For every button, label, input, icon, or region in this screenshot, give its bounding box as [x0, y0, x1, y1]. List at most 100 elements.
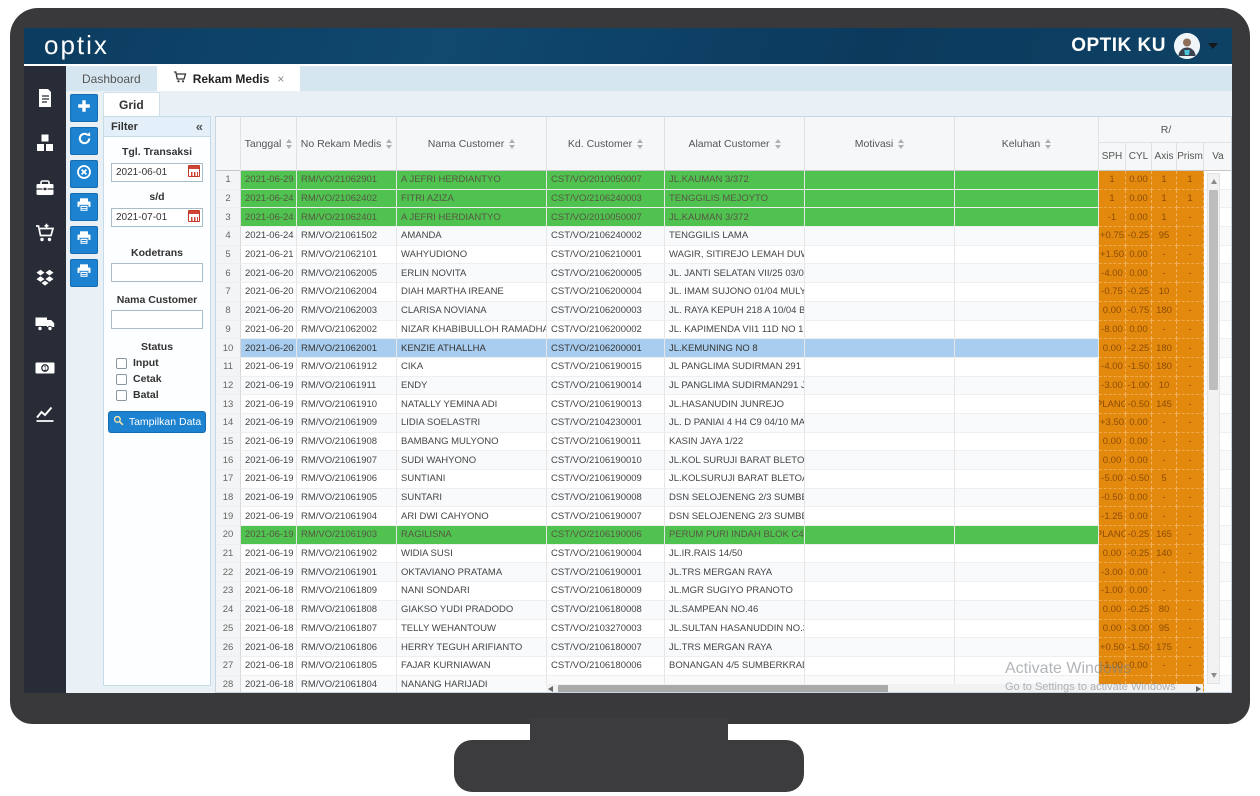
table-row[interactable]: 2 2021-06-24 RM/VO/21062402 FITRI AZIZA … [216, 190, 1231, 209]
print-button-1[interactable] [70, 193, 98, 221]
cell-motivasi [805, 190, 955, 209]
sidebar-item-delivery[interactable] [32, 313, 58, 337]
col-header-keluhan[interactable]: Keluhan [955, 117, 1099, 171]
col-header-alamat-customer[interactable]: Alamat Customer [665, 117, 805, 171]
cell-nama-customer: CIKA [397, 358, 547, 377]
table-row[interactable]: 12 2021-06-19 RM/VO/21061911 ENDY CST/VO… [216, 377, 1231, 396]
sidebar-item-sales[interactable] [32, 223, 58, 247]
sidebar-item-document[interactable] [32, 88, 58, 112]
table-row[interactable]: 1 2021-06-29 RM/VO/21062901 A JEFRI HERD… [216, 171, 1231, 190]
table-row[interactable]: 18 2021-06-19 RM/VO/21061905 SUNTARI CST… [216, 489, 1231, 508]
cell-keluhan [955, 470, 1099, 489]
col-header-kd-customer[interactable]: Kd. Customer [547, 117, 665, 171]
print-button-2[interactable] [70, 226, 98, 254]
table-row[interactable]: 6 2021-06-20 RM/VO/21062005 ERLIN NOVITA… [216, 264, 1231, 283]
sort-icon[interactable] [286, 139, 292, 149]
nama-customer-input[interactable] [111, 310, 203, 329]
scroll-left-arrow[interactable] [548, 686, 553, 692]
sidebar-item-products[interactable] [32, 133, 58, 157]
scroll-right-arrow[interactable] [1196, 686, 1201, 692]
sort-icon[interactable] [1045, 139, 1051, 149]
scrollbar-thumb[interactable] [558, 685, 888, 693]
horizontal-scrollbar[interactable] [546, 684, 1203, 693]
table-row[interactable]: 23 2021-06-18 RM/VO/21061809 NANI SONDAR… [216, 582, 1231, 601]
table-row[interactable]: 15 2021-06-19 RM/VO/21061908 BAMBANG MUL… [216, 433, 1231, 452]
table-row[interactable]: 25 2021-06-18 RM/VO/21061807 TELLY WEHAN… [216, 620, 1231, 639]
sidebar-item-toolbox[interactable] [32, 178, 58, 202]
tab-dashboard[interactable]: Dashboard [66, 66, 157, 91]
cell-cyl: -1.50 [1126, 358, 1152, 377]
sidebar-item-inventory[interactable] [32, 268, 58, 292]
cell-tanggal: 2021-06-29 [241, 171, 297, 190]
table-row[interactable]: 7 2021-06-20 RM/VO/21062004 DIAH MARTHA … [216, 283, 1231, 302]
table-row[interactable]: 26 2021-06-18 RM/VO/21061806 HERRY TEGUH… [216, 638, 1231, 657]
col-header-cyl[interactable]: CYL [1126, 143, 1152, 170]
col-header-rownum[interactable] [216, 117, 241, 171]
cell-no-rekam-medis: RM/VO/21062003 [297, 302, 397, 321]
col-header-prism[interactable]: Prism [1177, 143, 1204, 170]
collapse-icon[interactable]: « [196, 119, 203, 134]
sort-icon[interactable] [637, 139, 643, 149]
table-row[interactable]: 22 2021-06-19 RM/VO/21061901 OKTAVIANO P… [216, 563, 1231, 582]
col-header-no-rekam-medis[interactable]: No Rekam Medis [297, 117, 397, 171]
table-row[interactable]: 11 2021-06-19 RM/VO/21061912 CIKA CST/VO… [216, 358, 1231, 377]
row-number: 11 [216, 358, 241, 377]
col-header-sph[interactable]: SPH [1099, 143, 1126, 170]
sort-icon[interactable] [775, 139, 781, 149]
col-header-va[interactable]: Va [1204, 143, 1232, 170]
table-row[interactable]: 20 2021-06-19 RM/VO/21061903 RAGILISNA C… [216, 526, 1231, 545]
circle-x-icon [76, 164, 92, 185]
scroll-down-arrow[interactable] [1211, 673, 1217, 678]
avatar[interactable] [1174, 33, 1200, 59]
sort-icon[interactable] [898, 139, 904, 149]
table-row[interactable]: 10 2021-06-20 RM/VO/21062001 KENZIE ATHA… [216, 339, 1231, 358]
cell-axis: - [1152, 264, 1177, 283]
table-row[interactable]: 19 2021-06-19 RM/VO/21061904 ARI DWI CAH… [216, 507, 1231, 526]
col-header-nama-customer[interactable]: Nama Customer [397, 117, 547, 171]
table-row[interactable]: 13 2021-06-19 RM/VO/21061910 NATALLY YEM… [216, 395, 1231, 414]
cell-axis: 95 [1152, 620, 1177, 639]
print-button-3[interactable] [70, 259, 98, 287]
cell-keluhan [955, 246, 1099, 265]
table-row[interactable]: 8 2021-06-20 RM/VO/21062003 CLARISA NOVI… [216, 302, 1231, 321]
col-header-motivasi[interactable]: Motivasi [805, 117, 955, 171]
chevron-down-icon[interactable] [1208, 43, 1218, 49]
sort-icon[interactable] [386, 139, 392, 149]
calendar-icon[interactable] [188, 165, 200, 177]
table-row[interactable]: 21 2021-06-19 RM/VO/21061902 WIDIA SUSI … [216, 545, 1231, 564]
scroll-up-arrow[interactable] [1211, 179, 1217, 184]
sidebar-item-reports[interactable] [32, 403, 58, 427]
calendar-icon[interactable] [188, 210, 200, 222]
table-row[interactable]: 3 2021-06-24 RM/VO/21062401 A JEFRI HERD… [216, 208, 1231, 227]
table-row[interactable]: 17 2021-06-19 RM/VO/21061906 SUNTIANI CS… [216, 470, 1231, 489]
kodetrans-input[interactable] [111, 263, 203, 282]
tab-rekam-medis[interactable]: Rekam Medis × [157, 66, 301, 91]
cell-no-rekam-medis: RM/VO/21061908 [297, 433, 397, 452]
account-menu[interactable]: OPTIK KU [1071, 33, 1218, 59]
table-row[interactable]: 9 2021-06-20 RM/VO/21062002 NIZAR KHABIB… [216, 321, 1231, 340]
sort-icon[interactable] [509, 139, 515, 149]
cell-prism: - [1177, 339, 1204, 358]
checkbox-cetak[interactable] [116, 374, 127, 385]
table-row[interactable]: 4 2021-06-24 RM/VO/21061502 AMANDA CST/V… [216, 227, 1231, 246]
col-header-tanggal[interactable]: Tanggal [241, 117, 297, 171]
close-icon[interactable]: × [277, 72, 284, 86]
col-header-axis[interactable]: Axis [1152, 143, 1177, 170]
refresh-button[interactable] [70, 127, 98, 155]
table-row[interactable]: 14 2021-06-19 RM/VO/21061909 LIDIA SOELA… [216, 414, 1231, 433]
col-label: Motivasi [855, 138, 894, 150]
table-row[interactable]: 24 2021-06-18 RM/VO/21061808 GIAKSO YUDI… [216, 601, 1231, 620]
cancel-button[interactable] [70, 160, 98, 188]
table-row[interactable]: 27 2021-06-18 RM/VO/21061805 FAJAR KURNI… [216, 657, 1231, 676]
cell-cyl: -0.50 [1126, 395, 1152, 414]
add-button[interactable] [70, 94, 98, 122]
tab-grid[interactable]: Grid [103, 92, 160, 116]
table-row[interactable]: 5 2021-06-21 RM/VO/21062101 WAHYUDIONO C… [216, 246, 1231, 265]
sidebar-item-cash[interactable]: 1 [32, 358, 58, 382]
scrollbar-thumb[interactable] [1209, 190, 1218, 390]
tampilkan-data-button[interactable]: Tampilkan Data [108, 411, 206, 433]
checkbox-batal[interactable] [116, 390, 127, 401]
checkbox-input[interactable] [116, 358, 127, 369]
vertical-scrollbar[interactable] [1207, 173, 1220, 684]
table-row[interactable]: 16 2021-06-19 RM/VO/21061907 SUDI WAHYON… [216, 451, 1231, 470]
